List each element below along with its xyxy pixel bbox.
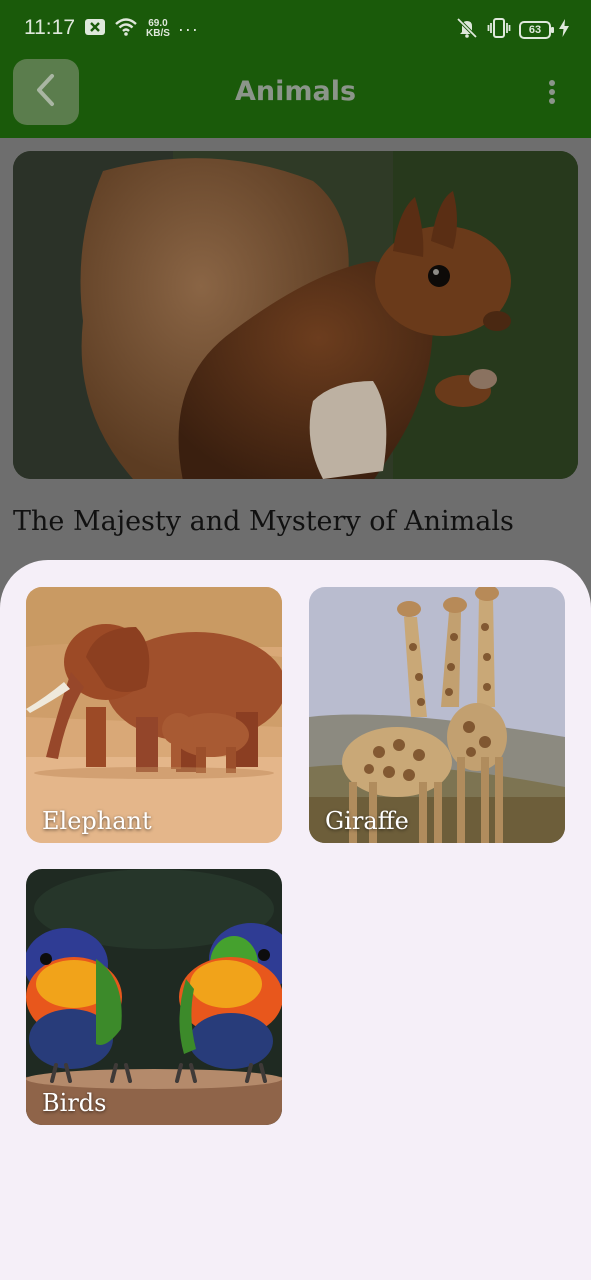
status-bar: 11:17 69.0 KB/S ··· 63 (0, 0, 591, 58)
wifi-icon (114, 17, 138, 41)
battery-level: 63 (528, 24, 542, 36)
bottom-sheet: Elephant Giraffe Birds (0, 560, 591, 1280)
status-right-icons: 63 (455, 17, 569, 43)
status-time: 11:17 (24, 16, 75, 39)
animal-card-giraffe[interactable]: Giraffe (309, 587, 565, 843)
more-vert-dot (549, 80, 555, 86)
mute-icon (455, 17, 479, 43)
battery-icon: 63 (519, 21, 554, 39)
vibrate-icon (487, 17, 511, 43)
card-label-birds: Birds (42, 1089, 107, 1117)
more-options-button[interactable] (541, 74, 563, 110)
card-label-elephant: Elephant (42, 807, 152, 835)
animal-card-birds[interactable]: Birds (26, 869, 282, 1125)
card-label-giraffe: Giraffe (325, 807, 409, 835)
hero-squirrel-image (13, 151, 578, 479)
network-speed-unit: KB/S (146, 28, 170, 39)
charging-icon (559, 19, 569, 41)
animal-card-elephant[interactable]: Elephant (26, 587, 282, 843)
giraffe-image (309, 587, 565, 843)
network-speed: 69.0 KB/S (146, 19, 170, 39)
section-headline: The Majesty and Mystery of Animals (13, 506, 514, 537)
more-notifications-indicator: ··· (177, 18, 199, 39)
birds-image (26, 869, 282, 1125)
more-vert-dot (549, 98, 555, 104)
elephant-image (26, 587, 282, 843)
app-bar: Animals (0, 58, 591, 138)
notification-icon (84, 18, 106, 40)
more-vert-dot (549, 89, 555, 95)
status-left-icons: 69.0 KB/S ··· (84, 17, 199, 41)
page-title: Animals (234, 76, 357, 107)
